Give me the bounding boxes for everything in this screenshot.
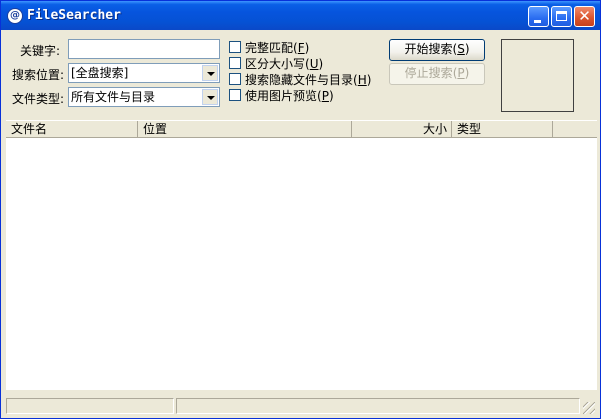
search-hidden-text: 搜索隐藏文件与目录 [245,73,354,87]
column-filename[interactable]: 文件名 [6,121,138,138]
stop-search-key: P [457,66,465,80]
start-search-button[interactable]: 开始搜索(S) [389,39,485,61]
minimize-icon [534,20,541,23]
image-preview-box [501,39,574,112]
location-select[interactable]: [全盘搜索] [68,63,220,83]
column-type[interactable]: 类型 [452,121,553,138]
status-bar [6,396,597,416]
image-preview-checkbox[interactable] [229,89,241,101]
minimize-button[interactable] [528,6,549,27]
results-list[interactable] [6,138,597,390]
column-size[interactable]: 大小 [352,121,452,138]
exact-match-text: 完整匹配 [245,41,294,55]
resize-grip-icon[interactable] [583,402,595,414]
title-bar[interactable]: @ FileSearcher ✕ [1,1,600,30]
case-sensitive-key: U [309,57,319,71]
location-value: [全盘搜索] [71,66,129,80]
filetype-label: 文件类型: [12,92,65,106]
search-hidden-checkbox[interactable] [229,73,241,85]
maximize-icon [556,11,567,21]
keyword-input[interactable] [68,39,220,59]
status-pane-left [6,398,174,414]
column-filler [553,121,597,138]
exact-match-checkbox[interactable] [229,41,241,53]
case-sensitive-checkbox[interactable] [229,57,241,69]
location-label: 搜索位置: [12,68,65,82]
keyword-label: 关键字: [20,44,61,58]
start-search-text: 开始搜索 [404,42,453,56]
filetype-value: 所有文件与目录 [71,90,156,104]
close-icon: ✕ [578,7,591,25]
search-hidden-key: H [357,73,367,87]
window-title: FileSearcher [27,8,121,23]
stop-search-text: 停止搜索 [404,66,453,80]
results-header: 文件名 位置 大小 类型 [6,120,597,138]
column-location[interactable]: 位置 [138,121,352,138]
case-sensitive-label[interactable]: 区分大小写(U) [245,55,323,72]
filetype-select[interactable]: 所有文件与目录 [68,87,220,107]
chevron-down-icon[interactable] [202,89,218,105]
case-sensitive-text: 区分大小写 [245,57,306,71]
exact-match-label[interactable]: 完整匹配(F) [245,39,309,56]
stop-search-button[interactable]: 停止搜索(P) [389,63,485,85]
app-window: @ FileSearcher ✕ 关键字: 搜索位置: 文件类型: [全盘搜索]… [0,0,601,419]
close-button[interactable]: ✕ [574,6,595,27]
maximize-button[interactable] [551,6,572,27]
image-preview-key: P [321,89,329,103]
start-search-key: S [457,42,465,56]
status-pane-right [176,398,580,414]
image-preview-text: 使用图片预览 [245,89,318,103]
exact-match-key: F [297,41,305,55]
image-preview-label[interactable]: 使用图片预览(P) [245,87,334,104]
app-icon[interactable]: @ [7,8,23,24]
chevron-down-icon[interactable] [202,65,218,81]
search-hidden-label[interactable]: 搜索隐藏文件与目录(H) [245,71,371,88]
